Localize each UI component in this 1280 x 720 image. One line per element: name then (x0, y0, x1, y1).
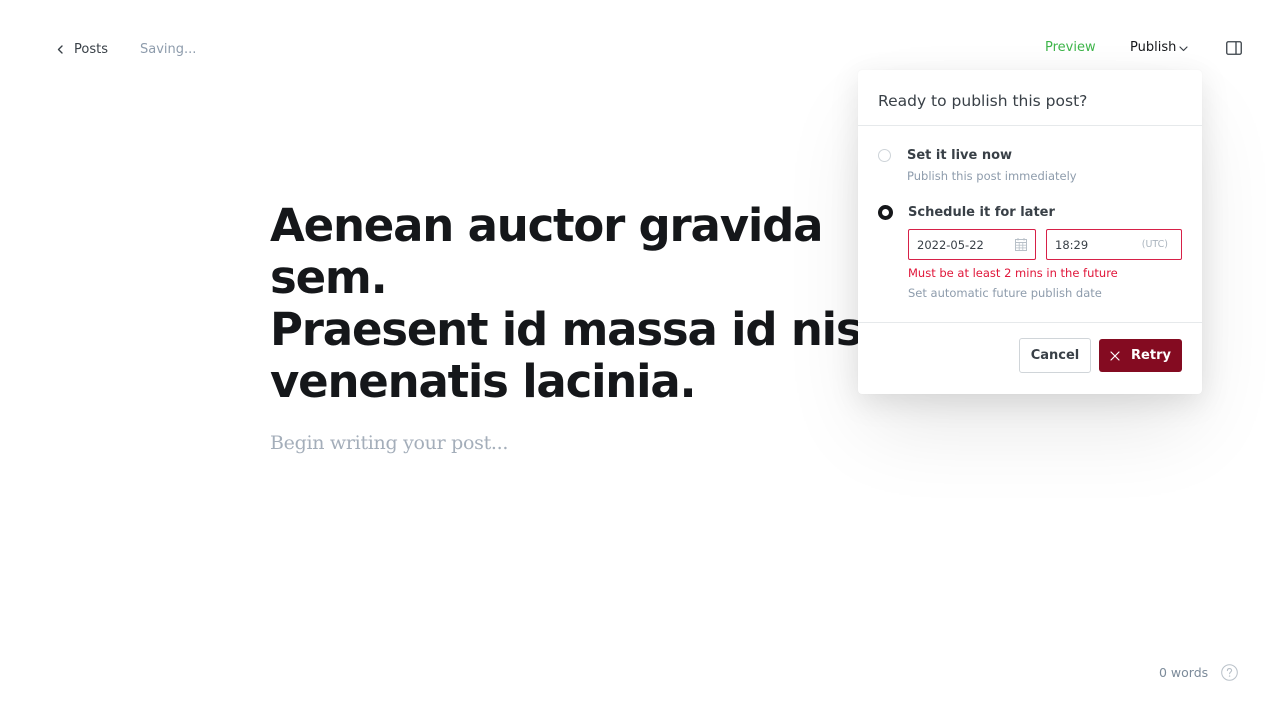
chevron-down-icon (1179, 46, 1188, 52)
timezone-label: (UTC) (1141, 239, 1168, 250)
preview-button[interactable]: Preview (1045, 40, 1096, 55)
option-label: Schedule it for later (908, 205, 1055, 220)
cancel-button[interactable]: Cancel (1019, 338, 1091, 373)
word-count: 0 words (1159, 665, 1209, 680)
close-icon (1110, 350, 1120, 361)
publish-menu-button[interactable]: Publish (1130, 40, 1188, 55)
post-body-editor[interactable]: Begin writing your post... (270, 432, 890, 454)
option-description: Set automatic future publish date (908, 286, 1102, 300)
option-publish-now[interactable]: Set it live now Publish this post immedi… (878, 148, 1077, 183)
post-editor: Aenean auctor gravida sem. Praesent id m… (270, 200, 890, 455)
time-field[interactable]: (UTC) (1046, 229, 1182, 260)
schedule-datetime-row: (UTC) (908, 229, 1182, 260)
option-label: Set it live now (907, 148, 1013, 163)
date-input[interactable] (917, 238, 1007, 252)
time-input[interactable] (1055, 238, 1145, 252)
calendar-icon[interactable] (1015, 238, 1027, 251)
option-schedule-text: Schedule it for later (908, 205, 1055, 220)
popover-title: Ready to publish this post? (878, 92, 1088, 110)
help-icon[interactable] (1221, 664, 1238, 681)
sidebar-toggle-icon[interactable] (1226, 41, 1242, 55)
radio-schedule[interactable] (878, 205, 893, 220)
popover-header: Ready to publish this post? (858, 70, 1202, 126)
radio-publish-now[interactable] (878, 149, 891, 162)
option-schedule[interactable]: Schedule it for later (878, 205, 1055, 220)
schedule-error-message: Must be at least 2 mins in the future (908, 266, 1118, 280)
top-bar-right: Preview Publish (0, 40, 1280, 58)
popover-footer: Cancel Retry (858, 322, 1202, 395)
date-field[interactable] (908, 229, 1036, 260)
option-description: Publish this post immediately (907, 169, 1077, 183)
retry-button[interactable]: Retry (1099, 339, 1182, 372)
option-publish-now-text: Set it live now Publish this post immedi… (907, 148, 1077, 183)
post-title[interactable]: Aenean auctor gravida sem. Praesent id m… (270, 200, 890, 408)
publish-label: Publish (1130, 40, 1177, 55)
publish-popover: Ready to publish this post? Set it live … (858, 70, 1202, 394)
retry-label: Retry (1131, 348, 1171, 363)
